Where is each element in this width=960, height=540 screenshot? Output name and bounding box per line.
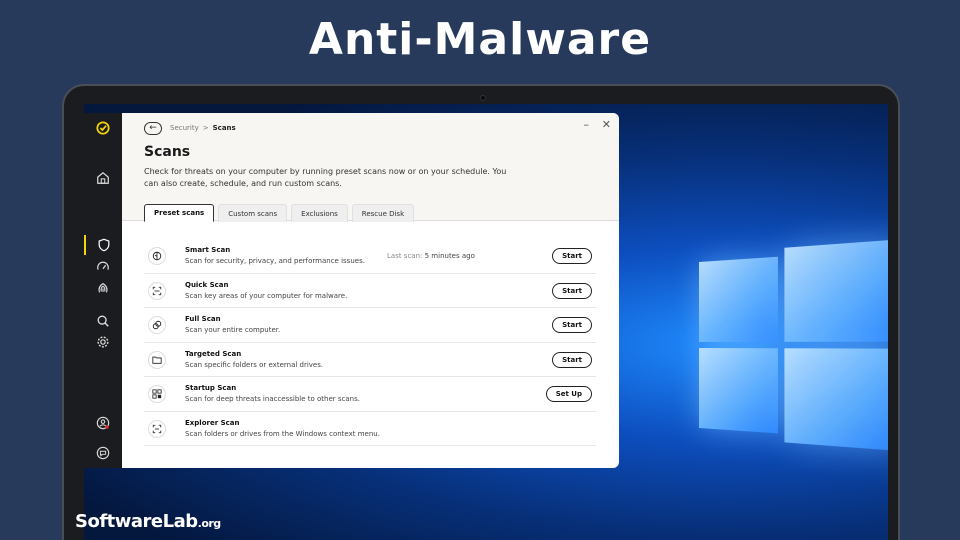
scan-name: Targeted Scan (185, 349, 242, 358)
startup-scan-setup-button[interactable]: Set Up (545, 386, 592, 402)
scan-name: Explorer Scan (185, 418, 240, 427)
shield-scan-icon (148, 247, 166, 265)
last-scan-info: Last scan: 5 minutes ago (387, 252, 475, 260)
webcam (480, 95, 486, 101)
explorer-scan-icon (148, 419, 166, 438)
scan-name: Full Scan (185, 315, 221, 323)
scan-row-startup: Startup Scan Scan for deep threats inacc… (144, 377, 596, 412)
scan-description: Scan for security, privacy, and performa… (185, 257, 365, 265)
back-arrow-button[interactable]: ← (144, 122, 162, 135)
scan-row-targeted: Targeted Scan Scan specific folders or e… (144, 343, 596, 377)
scan-list: Smart Scan Scan for security, privacy, a… (144, 239, 596, 446)
search-icon[interactable] (84, 311, 122, 331)
scan-description: Scan for deep threats inaccessible to ot… (185, 395, 360, 403)
scan-row-smart: Smart Scan Scan for security, privacy, a… (144, 239, 596, 274)
scan-tabs: Preset scans Custom scans Exclusions Res… (144, 204, 415, 222)
logo-check-icon (84, 118, 122, 138)
scan-name: Quick Scan (185, 280, 229, 289)
scan-row-full: Full Scan Scan your entire computer. Sta… (144, 308, 596, 343)
page-title: Scans (144, 144, 191, 160)
window-header: ← Security > Scans – ✕ Scans Check for t… (122, 113, 619, 222)
targeted-scan-start-button[interactable]: Start (552, 351, 592, 368)
close-button[interactable]: ✕ (602, 118, 611, 131)
quick-scan-start-button[interactable]: Start (552, 282, 592, 299)
fingerprint-icon[interactable] (84, 278, 122, 298)
chat-icon[interactable] (84, 443, 122, 463)
scan-name: Startup Scan (185, 384, 237, 392)
last-scan-value: 5 minutes ago (424, 252, 475, 260)
tab-custom-scans[interactable]: Custom scans (218, 204, 288, 222)
brand-tld: .org (197, 517, 222, 530)
breadcrumb: Security > Scans (170, 124, 236, 132)
startup-icon (148, 385, 166, 403)
shield-icon[interactable] (84, 235, 122, 255)
home-icon[interactable] (84, 168, 122, 188)
gear-icon[interactable] (84, 332, 122, 352)
scan-description: Scan key areas of your computer for malw… (185, 291, 348, 300)
tab-preset-scans[interactable]: Preset scans (144, 204, 215, 222)
headline: Anti-Malware (308, 14, 652, 65)
softwarelab-logo: SoftwareLab.org (75, 511, 221, 532)
app-sidebar (84, 113, 122, 468)
brand-name: SoftwareLab (75, 511, 198, 532)
folder-icon (148, 350, 166, 369)
smart-scan-start-button[interactable]: Start (552, 248, 592, 264)
full-scan-icon (148, 316, 166, 334)
performance-gauge-icon[interactable] (84, 257, 122, 277)
scan-name: Smart Scan (185, 246, 231, 254)
last-scan-label: Last scan: (387, 252, 423, 260)
account-icon[interactable] (84, 413, 122, 433)
breadcrumb-scans: Scans (212, 124, 236, 132)
page-description: Check for threats on your computer by ru… (144, 167, 507, 188)
breadcrumb-security[interactable]: Security (170, 124, 199, 132)
full-scan-start-button[interactable]: Start (552, 317, 592, 333)
quick-scan-icon (148, 281, 166, 300)
scan-description: Scan folders or drives from the Windows … (185, 429, 380, 438)
scans-window: ← Security > Scans – ✕ Scans Check for t… (122, 113, 619, 468)
scan-description: Scan your entire computer. (185, 326, 281, 334)
scan-description: Scan specific folders or external drives… (185, 360, 324, 369)
breadcrumb-separator: > (202, 124, 209, 132)
minimize-button[interactable]: – (584, 118, 590, 131)
windows-logo (699, 239, 888, 452)
scan-row-quick: Quick Scan Scan key areas of your comput… (144, 274, 596, 308)
scan-row-explorer: Explorer Scan Scan folders or drives fro… (144, 412, 596, 446)
tab-rescue-disk[interactable]: Rescue Disk (351, 204, 415, 222)
tab-exclusions[interactable]: Exclusions (291, 204, 348, 222)
